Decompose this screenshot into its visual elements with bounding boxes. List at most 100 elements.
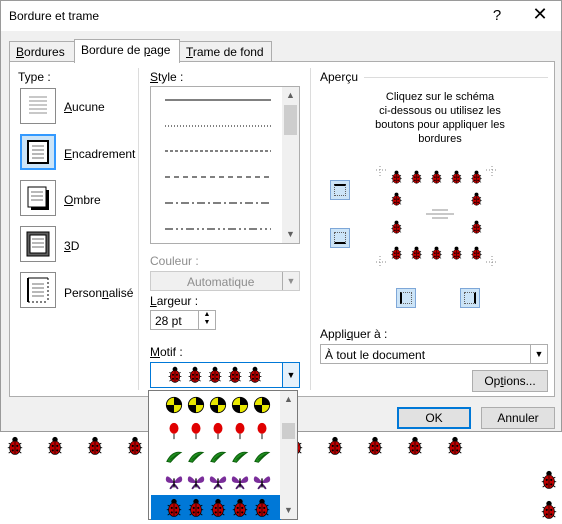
options-button[interactable]: Options... bbox=[472, 370, 548, 392]
spinner-arrows-icon[interactable]: ▲ ▼ bbox=[198, 311, 215, 329]
art-option-ball[interactable] bbox=[151, 393, 281, 418]
width-label: Largeur : bbox=[150, 294, 198, 308]
chevron-down-icon[interactable]: ▼ bbox=[282, 272, 299, 290]
butterfly-art-icon bbox=[253, 473, 271, 494]
type-label: Type : bbox=[18, 70, 51, 84]
type-box-label[interactable]: Encadrement bbox=[64, 147, 135, 161]
page-border-panel: Type : Aucune Encadrement Ombre 3D Perso… bbox=[9, 61, 555, 397]
butterfly-art-icon bbox=[165, 473, 183, 494]
scroll-down-icon[interactable]: ▼ bbox=[282, 226, 299, 243]
ball-art-icon bbox=[231, 396, 249, 417]
close-button[interactable]: ✕ bbox=[529, 4, 551, 25]
art-scrollbar[interactable]: ▲ ▼ bbox=[280, 391, 297, 519]
leaf-art-icon bbox=[253, 447, 271, 468]
scroll-thumb[interactable] bbox=[284, 105, 297, 135]
instructions-line: ci-dessous ou utilisez les bbox=[379, 105, 501, 117]
type-3d-text: D bbox=[70, 239, 80, 253]
ladybug-art-icon bbox=[6, 436, 24, 456]
border-shading-dialog: Bordure et trame ? ✕ Bordures Bordure de… bbox=[0, 0, 562, 432]
type-shadow-label[interactable]: Ombre bbox=[64, 193, 101, 207]
art-option-balloon[interactable] bbox=[151, 419, 281, 444]
chevron-down-icon[interactable]: ▼ bbox=[282, 363, 299, 387]
art-label: Motif : bbox=[150, 345, 183, 359]
width-value: 28 pt bbox=[155, 314, 182, 328]
tab-page-border[interactable]: Bordure de page bbox=[74, 39, 180, 63]
bug-art-icon bbox=[165, 498, 183, 521]
ladybug-art-icon bbox=[470, 170, 483, 187]
tab-borders-accel: B bbox=[16, 45, 25, 59]
scroll-thumb[interactable] bbox=[282, 423, 295, 439]
style-scrollbar[interactable]: ▲ ▼ bbox=[282, 87, 299, 243]
art-option-bug[interactable] bbox=[151, 495, 281, 520]
custom-border-icon[interactable] bbox=[20, 272, 56, 308]
box-border-icon[interactable] bbox=[20, 134, 56, 170]
cancel-button[interactable]: Annuler bbox=[481, 407, 555, 429]
leaf-art-icon bbox=[165, 447, 183, 468]
balloon-art-icon bbox=[209, 422, 227, 443]
style-accel: S bbox=[150, 70, 159, 84]
art-current-sample bbox=[167, 366, 267, 387]
ladybug-art-icon bbox=[410, 246, 423, 263]
apply-to-pre: Appli bbox=[320, 327, 347, 341]
art-option-butterfly[interactable] bbox=[151, 470, 281, 495]
ladybug-art-icon bbox=[470, 192, 483, 209]
color-select[interactable]: Automatique ▼ bbox=[150, 271, 300, 291]
ladybug-art-icon bbox=[326, 436, 344, 456]
left-border-button[interactable] bbox=[396, 288, 416, 308]
tab-page-border-label: age bbox=[150, 43, 171, 57]
type-none-label[interactable]: Aucune bbox=[64, 100, 105, 114]
bottom-border-button[interactable] bbox=[330, 228, 350, 248]
tab-borders[interactable]: Bordures bbox=[9, 41, 75, 62]
ladybug-art-icon bbox=[410, 170, 423, 187]
tab-shading[interactable]: Trame de fond bbox=[179, 41, 272, 62]
style-label: Style : bbox=[150, 70, 183, 84]
shadow-border-icon[interactable] bbox=[20, 180, 56, 216]
ladybug-art-icon bbox=[227, 366, 243, 387]
ladybug-art-icon bbox=[470, 220, 483, 237]
type-custom-label[interactable]: Personnalisé bbox=[64, 286, 133, 300]
ball-art-icon bbox=[209, 396, 227, 417]
options-text: ions... bbox=[503, 374, 536, 388]
ladybug-art-icon bbox=[540, 470, 558, 490]
art-dropdown-list[interactable]: ▲ ▼ bbox=[148, 390, 298, 520]
tab-borders-label: ordures bbox=[24, 45, 65, 59]
3d-border-icon[interactable] bbox=[20, 226, 56, 262]
border-preview-diagram[interactable] bbox=[376, 166, 496, 266]
preview-divider bbox=[364, 77, 548, 78]
scroll-up-icon[interactable]: ▲ bbox=[282, 87, 299, 104]
type-box-text: ncadrement bbox=[72, 147, 136, 161]
width-spinner[interactable]: 28 pt ▲ ▼ bbox=[150, 310, 216, 330]
chevron-down-icon[interactable]: ▼ bbox=[530, 345, 547, 363]
ladybug-art-icon bbox=[446, 436, 464, 456]
type-3d-label[interactable]: 3D bbox=[64, 239, 79, 253]
instructions-line: boutons pour appliquer les bbox=[375, 119, 505, 131]
right-border-button[interactable] bbox=[460, 288, 480, 308]
scroll-up-icon[interactable]: ▲ bbox=[280, 391, 297, 408]
instructions-line: Cliquez sur le schéma bbox=[385, 91, 495, 103]
art-select[interactable]: ▼ bbox=[150, 362, 300, 388]
color-label: Couleur : bbox=[150, 254, 199, 268]
art-option-leaf[interactable] bbox=[151, 444, 281, 469]
ladybug-art-icon bbox=[540, 500, 558, 520]
preview-label: Aperçu bbox=[320, 70, 359, 84]
bug-art-icon bbox=[209, 498, 227, 521]
ok-button[interactable]: OK bbox=[397, 407, 471, 429]
apply-to-select[interactable]: À tout le document ▼ bbox=[320, 344, 548, 364]
leaf-art-icon bbox=[209, 447, 227, 468]
ladybug-art-icon bbox=[390, 192, 403, 209]
tab-shading-label: rame de fond bbox=[192, 45, 264, 59]
dialog-title: Bordure et trame bbox=[9, 9, 100, 23]
instructions-line: bordures bbox=[418, 133, 462, 145]
top-border-button[interactable] bbox=[330, 180, 350, 200]
scroll-down-icon[interactable]: ▼ bbox=[280, 502, 297, 519]
type-shadow-accel: O bbox=[64, 193, 74, 207]
help-button[interactable]: ? bbox=[487, 7, 507, 24]
width-accel: L bbox=[150, 294, 157, 308]
bug-art-icon bbox=[231, 498, 249, 521]
none-border-icon[interactable] bbox=[20, 88, 56, 124]
line-style-samples[interactable] bbox=[151, 87, 283, 243]
separator bbox=[138, 68, 139, 390]
type-none-accel: A bbox=[64, 100, 73, 114]
width-label-text: argeur : bbox=[156, 294, 199, 308]
line-style-list[interactable]: ▲ ▼ bbox=[150, 86, 300, 244]
